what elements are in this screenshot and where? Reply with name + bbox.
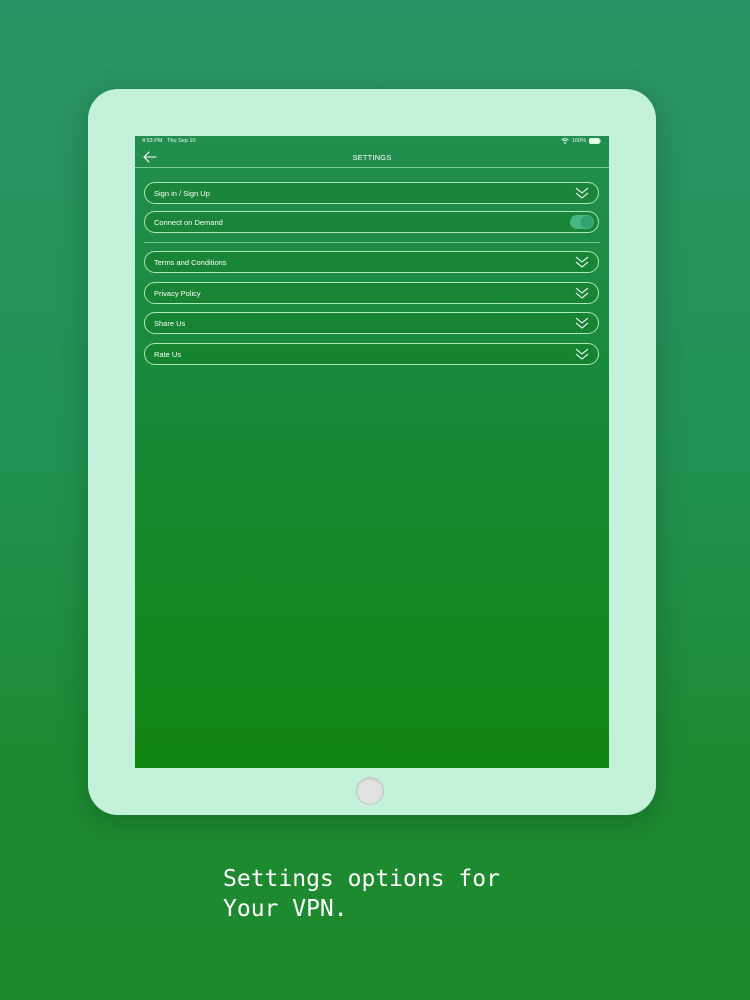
rate-us-row[interactable]: Rate Us [144, 343, 599, 365]
row-label: Privacy Policy [154, 289, 201, 298]
sign-in-sign-up-row[interactable]: Sign in / Sign Up [144, 182, 599, 204]
section-divider [144, 242, 600, 243]
page-title: SETTINGS [352, 153, 392, 162]
status-date: Thu Sep 10 [167, 138, 196, 144]
double-chevron-down-icon [575, 317, 589, 329]
battery-percent: 100% [571, 138, 586, 144]
row-label: Rate Us [154, 350, 182, 359]
row-label: Share Us [154, 319, 186, 328]
promo-caption: Settings options for Your VPN. [223, 864, 500, 924]
privacy-policy-row[interactable]: Privacy Policy [144, 282, 599, 304]
status-time: 4:53 PM Thu Sep 10 [142, 138, 196, 144]
connect-on-demand-toggle[interactable] [570, 215, 594, 229]
tablet-frame: 4:53 PM Thu Sep 10 100% SETTINGS Sign in… [88, 89, 656, 815]
row-label: Sign in / Sign Up [154, 189, 210, 198]
row-label: Terms and Conditions [154, 258, 227, 267]
caption-line-2: Your VPN. [223, 896, 348, 922]
caption-line-1: Settings options for [223, 866, 500, 892]
double-chevron-down-icon [575, 187, 589, 199]
wifi-icon [561, 138, 569, 144]
status-time-value: 4:53 PM [142, 138, 163, 144]
share-us-row[interactable]: Share Us [144, 312, 599, 334]
app-screen: 4:53 PM Thu Sep 10 100% SETTINGS Sign in… [135, 136, 609, 768]
toggle-knob [581, 216, 593, 228]
status-bar: 4:53 PM Thu Sep 10 100% [135, 136, 609, 148]
row-label: Connect on Demand [154, 218, 223, 227]
status-right: 100% [561, 138, 601, 144]
battery-icon [589, 138, 601, 144]
terms-and-conditions-row[interactable]: Terms and Conditions [144, 251, 599, 273]
double-chevron-down-icon [575, 348, 589, 360]
home-button [356, 777, 384, 805]
double-chevron-down-icon [575, 287, 589, 299]
connect-on-demand-row: Connect on Demand [144, 211, 599, 233]
nav-bar: SETTINGS [135, 148, 609, 168]
double-chevron-down-icon [575, 256, 589, 268]
